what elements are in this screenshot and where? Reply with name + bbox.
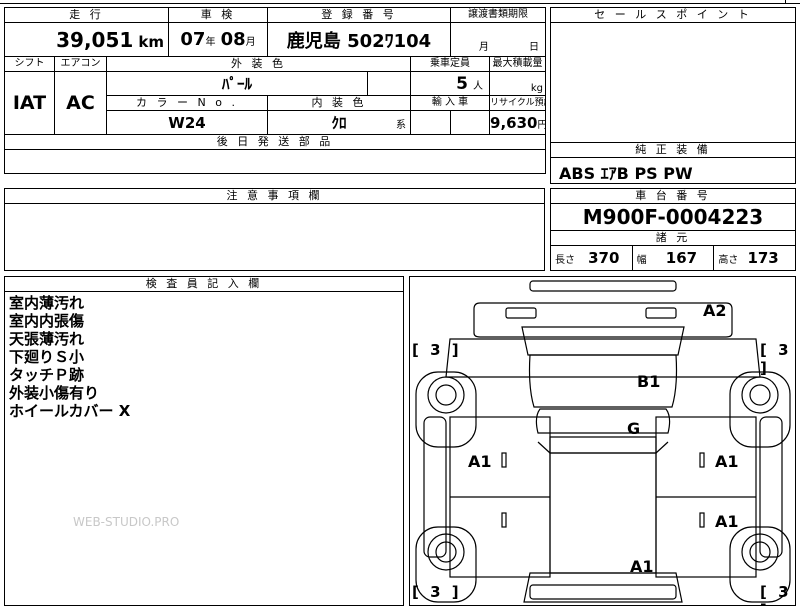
color-no-cell: W24 bbox=[105, 110, 269, 135]
ext-color-value: ﾊﾟｰﾙ bbox=[222, 75, 253, 93]
import-label: 輸 入 車 bbox=[410, 95, 491, 111]
car-diagram-box: A2 B1 G A1 A1 A1 A1 A1 [ 3 ] [ 3 ] [ 3 ]… bbox=[409, 276, 796, 606]
top-strip bbox=[0, 0, 800, 4]
transfer-label: 譲渡書類期限 bbox=[450, 7, 547, 23]
inspection-year: 07 bbox=[180, 29, 206, 50]
capacity-value: 5 bbox=[456, 73, 468, 94]
damage-mark-a1-left: A1 bbox=[468, 452, 492, 471]
inspector-line: 室内薄汚れ bbox=[9, 294, 85, 312]
transfer-month-unit: 月 bbox=[478, 42, 489, 53]
registration-cell: 鹿児島 502ﾜ104 bbox=[267, 22, 452, 57]
int-color-value: ｸﾛ bbox=[331, 114, 347, 132]
shift-label: シフト bbox=[4, 56, 55, 72]
transfer-cell: 月 日 bbox=[450, 22, 547, 57]
recycle-label: リサイクル預託金 bbox=[489, 95, 547, 111]
height-cell: 高さ 173 bbox=[714, 246, 795, 270]
color-no-label: カ ラ ー N o . bbox=[105, 95, 269, 111]
inspector-line: 下廻りＳ小 bbox=[9, 348, 85, 366]
selling-points-box: セ ー ル ス ポ イ ン ト bbox=[550, 7, 796, 143]
month-unit: 月 bbox=[245, 37, 256, 48]
tire-mark-rear-left: [ 3 ] bbox=[412, 583, 462, 601]
recycle-unit: 円 bbox=[537, 120, 544, 131]
selling-points-label: セ ー ル ス ポ イ ン ト bbox=[551, 8, 795, 23]
mileage-cell: 39,051 km bbox=[3, 22, 170, 57]
inspector-line: 天張薄汚れ bbox=[9, 330, 85, 348]
recycle-value: 9,630 bbox=[490, 114, 538, 132]
ext-color-label: 外 装 色 bbox=[105, 56, 412, 72]
chassis-box: 車 台 番 号 M900F-0004223 諸 元 長さ 370 幅 167 高… bbox=[550, 188, 796, 271]
mileage-label: 走 行 bbox=[3, 7, 170, 23]
height-label: 高さ bbox=[718, 255, 739, 266]
mileage-value: 39,051 bbox=[56, 27, 134, 52]
height-value: 173 bbox=[747, 249, 779, 267]
tire-mark-front-left: [ 3 ] bbox=[412, 341, 462, 359]
tire-mark-front-right: [ 3 ] bbox=[760, 341, 792, 377]
load-unit: kg bbox=[530, 83, 544, 94]
notes-label: 注 意 事 項 欄 bbox=[5, 189, 544, 204]
length-cell: 長さ 370 bbox=[551, 246, 633, 270]
inspector-label: 検 査 員 記 入 欄 bbox=[5, 277, 403, 292]
damage-mark-g: G bbox=[627, 419, 641, 438]
capacity-cell: 5 人 bbox=[410, 71, 491, 96]
top-strip-right-cell bbox=[785, 0, 786, 4]
ext-color-extra-cell bbox=[367, 71, 412, 96]
later-parts-cell bbox=[3, 149, 547, 174]
inspector-lines: 室内薄汚れ 室内内張傷 天張薄汚れ 下廻りＳ小 タッチＰ跡 外装小傷有り ホイー… bbox=[5, 292, 403, 422]
width-label: 幅 bbox=[636, 255, 647, 266]
equipment-label: 純 正 装 備 bbox=[551, 143, 795, 158]
inspection-month: 08 bbox=[220, 29, 246, 50]
registration-label: 登 録 番 号 bbox=[267, 7, 452, 23]
int-color-label: 内 装 色 bbox=[267, 95, 412, 111]
width-cell: 幅 167 bbox=[633, 246, 715, 270]
int-color-cell: ｸﾛ 系 bbox=[267, 110, 412, 135]
later-parts-label: 後 日 発 送 部 品 bbox=[3, 134, 547, 150]
year-unit: 年 bbox=[205, 37, 216, 48]
damage-mark-a1-right-front: A1 bbox=[715, 452, 739, 471]
capacity-unit: 人 bbox=[473, 80, 484, 92]
damage-mark-b1: B1 bbox=[637, 372, 661, 391]
inspector-line: ホイールカバー X bbox=[9, 402, 131, 420]
specs-label: 諸 元 bbox=[551, 231, 795, 246]
equipment-value: ABS ｴｱB PS PW bbox=[559, 164, 693, 183]
mileage-unit: km bbox=[138, 32, 165, 51]
damage-mark-a2: A2 bbox=[703, 301, 727, 320]
dimensions-row: 長さ 370 幅 167 高さ 173 bbox=[551, 246, 795, 270]
load-cell: kg bbox=[489, 71, 547, 96]
shift-cell: IAT bbox=[4, 71, 55, 135]
chassis-value: M900F-0004223 bbox=[551, 204, 795, 231]
inspector-line: タッチＰ跡 bbox=[9, 366, 85, 384]
ac-label: エアコン bbox=[54, 56, 107, 72]
car-diagram bbox=[415, 280, 791, 603]
registration-value: 鹿児島 502ﾜ104 bbox=[286, 30, 432, 52]
equipment-box: 純 正 装 備 ABS ｴｱB PS PW bbox=[550, 142, 796, 184]
ac-value: AC bbox=[66, 92, 95, 114]
damage-mark-a1-right-rear: A1 bbox=[715, 512, 739, 531]
length-value: 370 bbox=[588, 249, 620, 267]
ext-color-cell: ﾊﾟｰﾙ bbox=[105, 71, 369, 96]
import-cell-b bbox=[450, 110, 491, 135]
capacity-label: 乗車定員 bbox=[410, 56, 491, 72]
transfer-day-unit: 日 bbox=[529, 42, 540, 53]
damage-mark-a1-rear: A1 bbox=[630, 557, 654, 576]
inspector-line: 室内内張傷 bbox=[9, 312, 85, 330]
watermark: WEB-STUDIO.PRO bbox=[73, 515, 180, 529]
length-label: 長さ bbox=[555, 255, 575, 266]
inspection-cell: 07年 08月 bbox=[168, 22, 269, 57]
notes-box: 注 意 事 項 欄 bbox=[4, 188, 545, 271]
inspection-label: 車 検 bbox=[168, 7, 269, 23]
ac-cell: AC bbox=[54, 71, 107, 135]
chassis-label: 車 台 番 号 bbox=[551, 189, 795, 204]
spec-table: 走 行 車 検 登 録 番 号 譲渡書類期限 39,051 km 07年 08月… bbox=[3, 7, 547, 174]
inspector-line: 外装小傷有り bbox=[9, 384, 100, 402]
color-no-value: W24 bbox=[168, 114, 206, 132]
width-value: 167 bbox=[665, 249, 698, 267]
tire-mark-rear-right: [ 3 ] bbox=[760, 583, 792, 605]
recycle-cell: 9,630円 bbox=[489, 110, 547, 135]
inspector-box: 検 査 員 記 入 欄 室内薄汚れ 室内内張傷 天張薄汚れ 下廻りＳ小 タッチＰ… bbox=[4, 276, 404, 606]
int-color-unit: 系 bbox=[396, 120, 407, 131]
shift-value: IAT bbox=[12, 92, 47, 114]
load-label: 最大積載量 bbox=[489, 56, 547, 72]
import-cell-a bbox=[410, 110, 452, 135]
